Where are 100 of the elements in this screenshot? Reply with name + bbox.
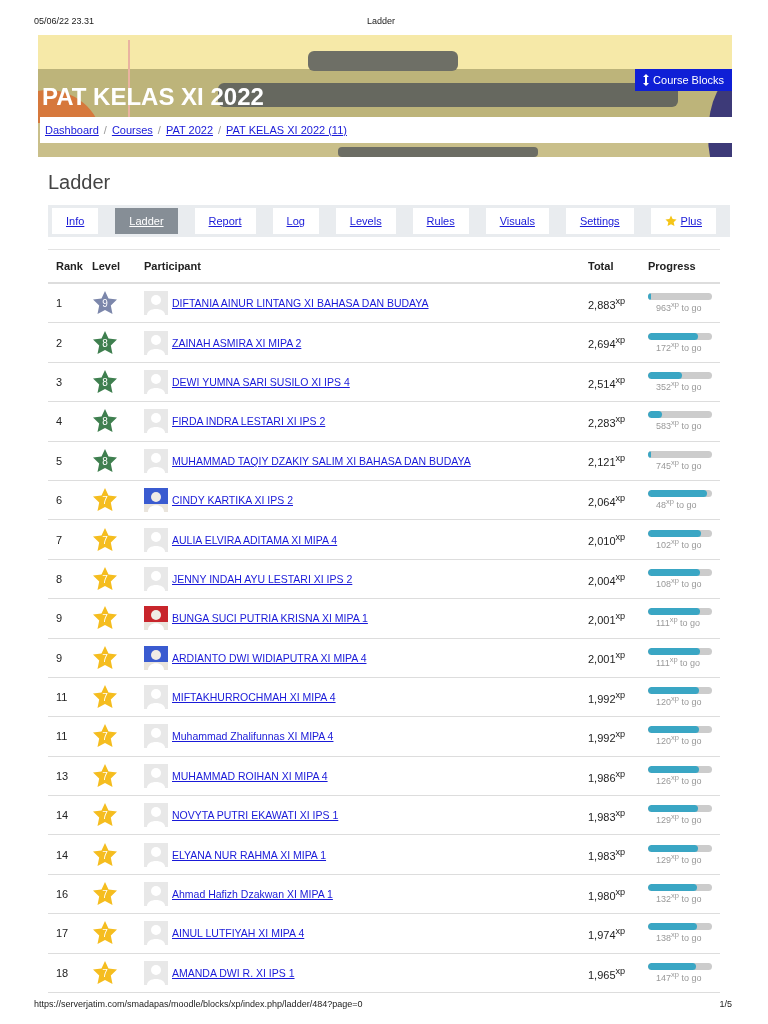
column-header: Participant — [144, 260, 202, 272]
print-date: 05/06/22 23.31 — [34, 16, 95, 28]
total-cell-text: 1,986$^{xp}$ — [588, 768, 627, 784]
rank-cell-text: 1 — [55, 297, 64, 310]
level-number: 7 — [101, 810, 109, 822]
xp-to-go: 102$^{xp}$ to go — [655, 536, 703, 550]
rank-cell-text: 11 — [55, 730, 69, 743]
breadcrumb-link[interactable]: PAT 2022 — [165, 124, 213, 136]
total-cell-text: 2,514$^{xp}$ — [588, 374, 627, 390]
rank-cell-text: 4 — [55, 415, 64, 428]
rank-cell-text: 16 — [55, 888, 70, 901]
participant-link[interactable]: BUNGA SUCI PUTRIA KRISNA XI MIPA 1 — [172, 612, 368, 625]
participant-link[interactable]: Ahmad Hafizh Dzakwan XI MIPA 1 — [172, 888, 333, 901]
participant-link[interactable]: ELYANA NUR RAHMA XI MIPA 1 — [172, 848, 327, 861]
column-header: Total — [588, 260, 615, 272]
level-number: 7 — [101, 692, 109, 704]
rank-cell-text: 11 — [55, 691, 69, 704]
level-number: 7 — [101, 652, 109, 664]
level-number: 7 — [101, 967, 109, 979]
xp-to-go: 172$^{xp}$ to go — [655, 339, 703, 353]
tab[interactable]: Visuals — [485, 208, 549, 234]
rank-cell-text: 3 — [55, 375, 64, 388]
level-number: 9 — [101, 298, 109, 310]
participant-link[interactable]: FIRDA INDRA LESTARI XI IPS 2 — [172, 415, 326, 428]
xp-to-go: 108$^{xp}$ to go — [655, 575, 703, 589]
tab[interactable]: Plus — [650, 208, 716, 234]
participant-link[interactable]: Muhammad Zhalifunnas XI MIPA 4 — [172, 730, 334, 743]
xp-to-go: 120$^{xp}$ to go — [655, 733, 703, 747]
tab[interactable]: Rules — [412, 208, 469, 234]
rank-cell-text: 14 — [55, 848, 70, 861]
xp-to-go: 129$^{xp}$ to go — [655, 851, 703, 865]
tab[interactable]: Log — [272, 208, 319, 234]
total-cell-text: 1,974$^{xp}$ — [588, 926, 627, 941]
page-number: 1/5 — [719, 999, 732, 1010]
tab[interactable]: Levels — [335, 208, 396, 234]
total-cell-text: 2,283$^{xp}$ — [588, 414, 627, 429]
breadcrumb-link[interactable]: Courses — [111, 124, 153, 136]
level-number: 7 — [101, 573, 109, 585]
total-cell-text: 2,883$^{xp}$ — [588, 295, 627, 311]
participant-link[interactable]: MIFTAKHURROCHMAH XI MIPA 4 — [172, 691, 336, 704]
participant-link[interactable]: MUHAMMAD ROIHAN XI MIPA 4 — [172, 769, 328, 782]
rank-cell-text: 6 — [55, 494, 64, 507]
participant-link[interactable]: JENNY INDAH AYU LESTARI XI IPS 2 — [172, 572, 353, 585]
tab[interactable]: Settings — [565, 208, 634, 234]
total-cell-text: 2,121$^{xp}$ — [588, 453, 627, 469]
xp-to-go: 129$^{xp}$ to go — [655, 812, 703, 826]
breadcrumb-separator: / — [218, 124, 222, 136]
breadcrumb-link[interactable]: Dashboard — [45, 124, 99, 136]
xp-to-go: 138$^{xp}$ to go — [655, 930, 703, 944]
participant-link[interactable]: DIFTANIA AINUR LINTANG XI BAHASA DAN BUDAYA — [172, 297, 429, 310]
participant-link[interactable]: NOVYTA PUTRI EKAWATI XI IPS 1 — [172, 809, 339, 822]
rank-cell-text: 8 — [55, 572, 64, 585]
column-header: Rank — [55, 260, 84, 272]
participant-link[interactable]: MUHAMMAD TAQIY DZAKIY SALIM XI BAHASA DAN BUDAYA — [172, 454, 471, 467]
total-cell-text: 2,001$^{xp}$ — [588, 611, 627, 626]
participant-link[interactable]: AINUL LUTFIYAH XI MIPA 4 — [172, 927, 305, 940]
participant-link[interactable]: ARDIANTO DWI WIDIAPUTRA XI MIPA 4 — [172, 651, 367, 664]
total-cell-text: 1,965$^{xp}$ — [588, 965, 627, 981]
breadcrumb-separator: / — [103, 124, 107, 136]
total-cell-text: 1,992$^{xp}$ — [588, 729, 627, 744]
course-title: PAT KELAS XI 2022 — [42, 83, 264, 111]
participant-link[interactable]: CINDY KARTIKA XI IPS 2 — [172, 494, 293, 507]
total-cell-text: 2,004$^{xp}$ — [588, 571, 627, 587]
rank-cell-text: 2 — [55, 336, 64, 349]
rank-cell-text: 17 — [55, 927, 70, 940]
participant-link[interactable]: AULIA ELVIRA ADITAMA XI MIPA 4 — [172, 533, 338, 546]
breadcrumb-separator: / — [157, 124, 161, 136]
xp-to-go: 48$^{xp}$ to go — [655, 497, 698, 511]
page-url: https://serverjatim.com/smadapas/moodle/blocks/xp/index.php/ladder/484?page=0 — [34, 999, 363, 1010]
total-cell-text: 1,992$^{xp}$ — [588, 689, 627, 705]
total-cell-text: 2,064$^{xp}$ — [588, 492, 627, 508]
xp-to-go: 583$^{xp}$ to go — [655, 418, 703, 432]
course-blocks-button[interactable]: Course Blocks — [635, 69, 732, 91]
level-number: 7 — [101, 928, 109, 940]
xp-to-go: 120$^{xp}$ to go — [655, 694, 703, 708]
level-number: 7 — [101, 731, 109, 743]
xp-to-go: 352$^{xp}$ to go — [655, 378, 703, 392]
total-cell-text: 2,001$^{xp}$ — [588, 650, 627, 666]
total-cell-text: 2,694$^{xp}$ — [588, 335, 627, 350]
level-number: 7 — [101, 495, 109, 507]
rank-cell-text: 5 — [55, 454, 64, 467]
rank-cell-text: 9 — [55, 651, 64, 664]
total-cell-text: 1,980$^{xp}$ — [588, 886, 627, 902]
tab[interactable]: Info — [52, 208, 99, 234]
participant-link[interactable]: DEWI YUMNA SARI SUSILO XI IPS 4 — [172, 375, 350, 388]
participant-link[interactable]: AMANDA DWI R. XI IPS 1 — [172, 966, 295, 979]
total-cell-text: 2,010$^{xp}$ — [588, 532, 627, 547]
level-number: 8 — [101, 337, 109, 349]
level-number: 7 — [101, 613, 109, 625]
rank-cell-text: 13 — [55, 769, 70, 782]
xp-to-go: 132$^{xp}$ to go — [655, 891, 703, 905]
level-number: 7 — [101, 849, 109, 861]
star-icon — [664, 215, 677, 227]
tab[interactable]: Report — [194, 208, 256, 234]
xp-to-go: 963$^{xp}$ to go — [655, 300, 703, 314]
rank-cell-text: 14 — [55, 809, 70, 822]
participant-link[interactable]: ZAINAH ASMIRA XI MIPA 2 — [172, 336, 302, 349]
breadcrumb-link[interactable]: PAT KELAS XI 2022 (11) — [226, 124, 347, 136]
level-number: 8 — [101, 455, 109, 467]
column-header: Progress — [648, 260, 697, 272]
